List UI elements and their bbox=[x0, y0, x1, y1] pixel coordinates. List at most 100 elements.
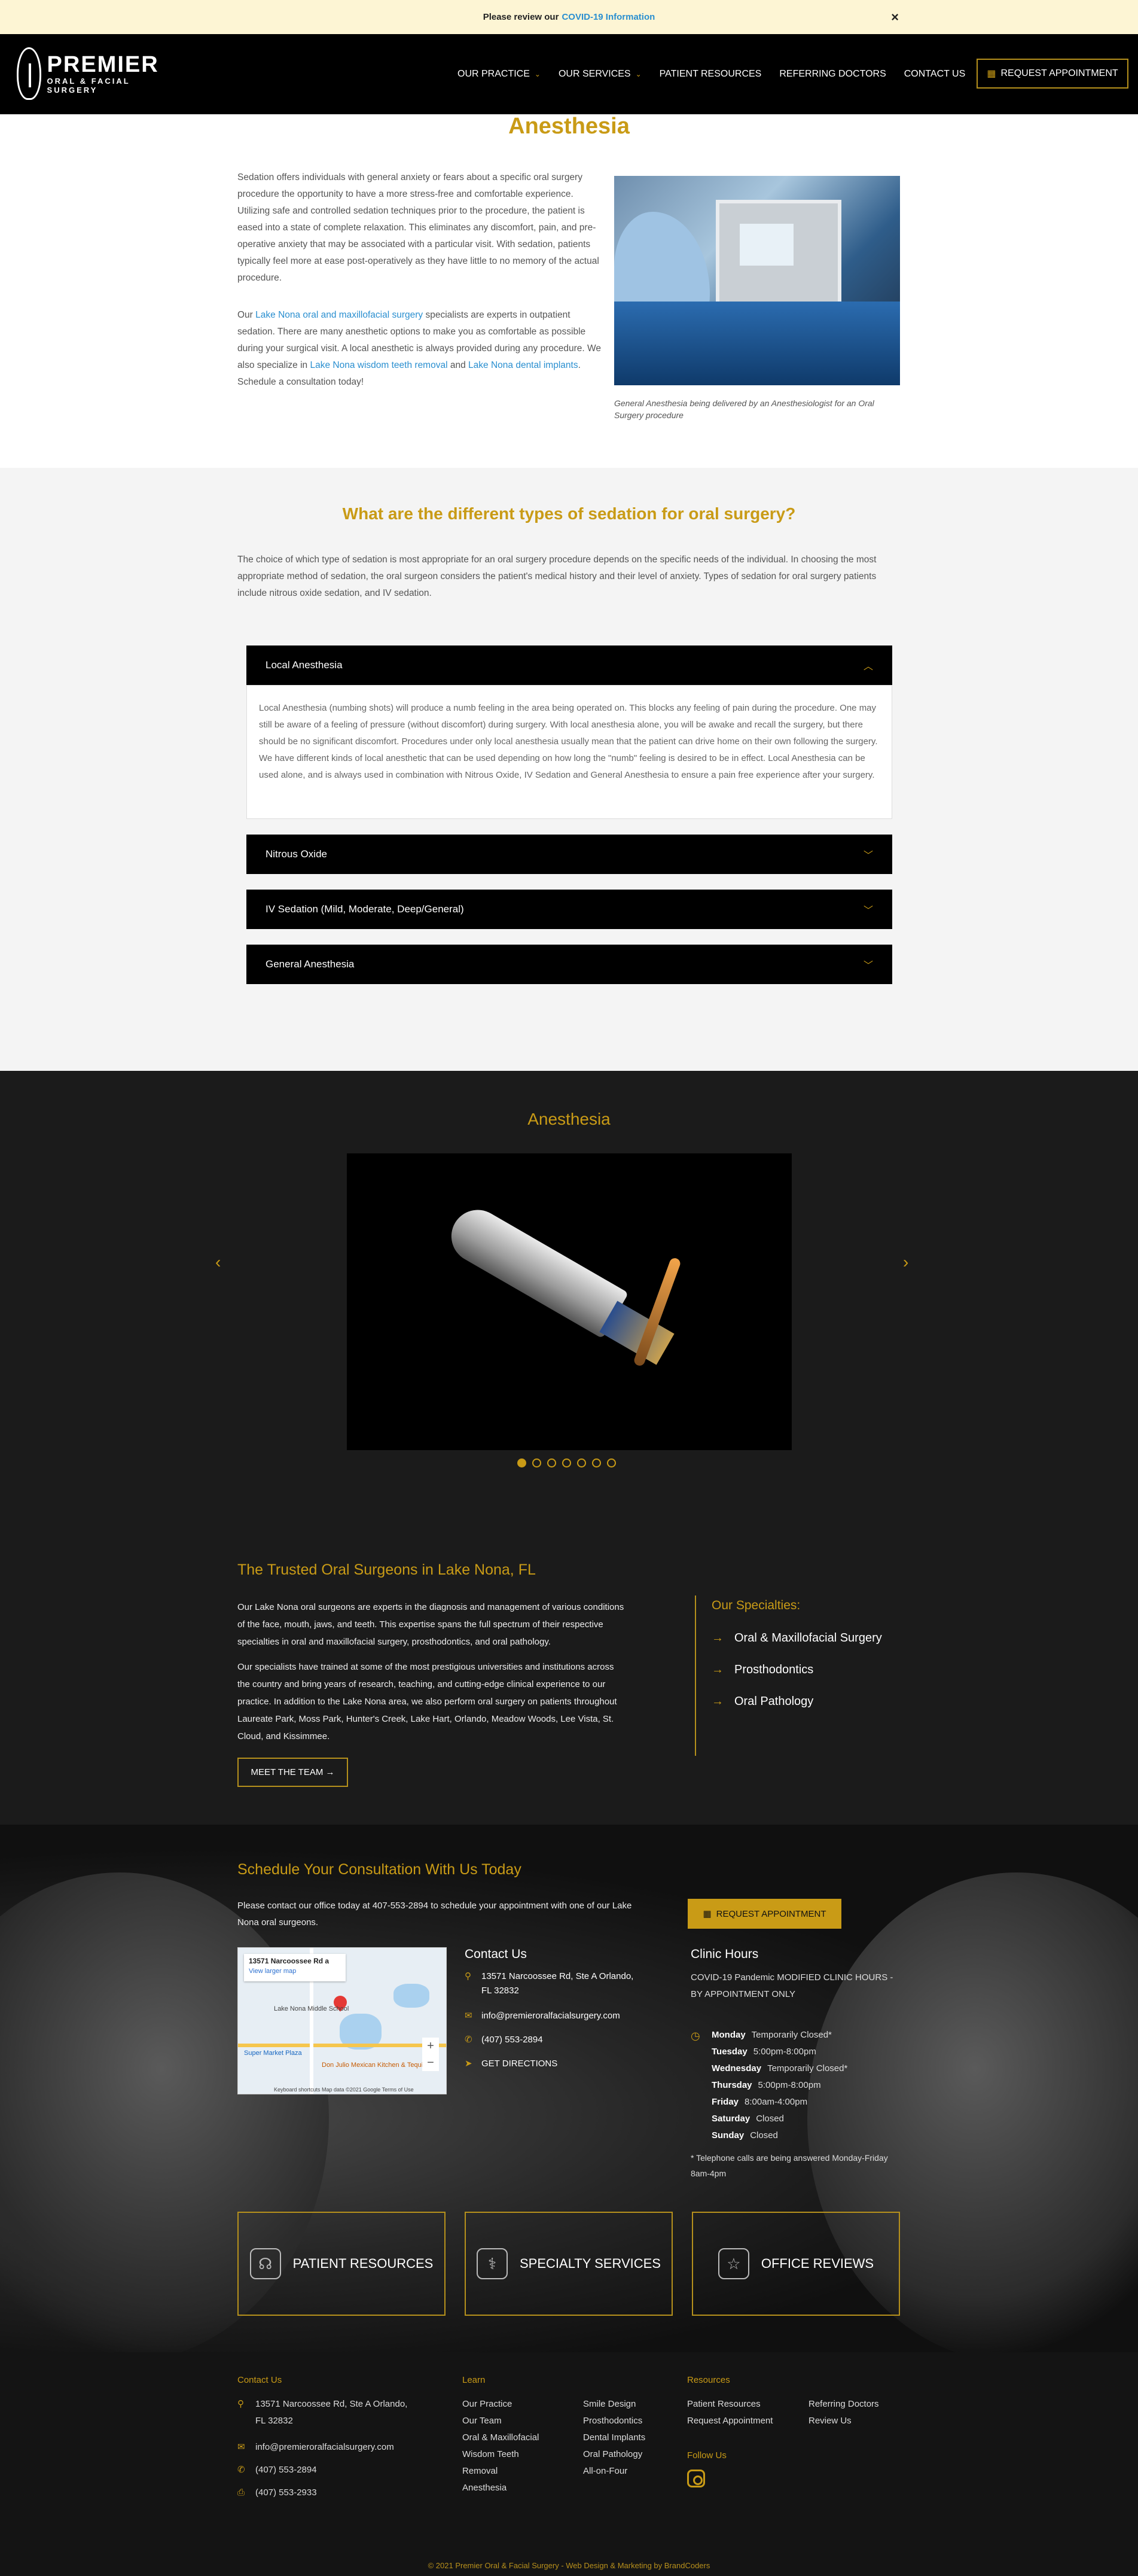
footer-link[interactable]: Dental Implants bbox=[583, 2429, 679, 2446]
logo-subtitle: ORAL & FACIAL SURGERY bbox=[47, 77, 130, 95]
nav-referring-doctors[interactable]: REFERRING DOCTORS bbox=[779, 69, 886, 80]
covid-link[interactable]: COVID-19 Information bbox=[562, 12, 655, 22]
patient-resources-button[interactable]: ☊ PATIENT RESOURCES bbox=[237, 2212, 446, 2316]
tooth-star-icon: ☆ bbox=[718, 2248, 749, 2279]
carousel-prev-arrow-icon[interactable]: ‹ bbox=[215, 1253, 221, 1272]
contact-address: ⚲ 13571 Narcoossee Rd, Ste A Orlando, FL … bbox=[465, 1969, 644, 1998]
envelope-icon: ✉ bbox=[237, 2442, 245, 2452]
link-wisdom-teeth[interactable]: Lake Nona wisdom teeth removal bbox=[310, 360, 448, 370]
specialty-item[interactable]: → Oral Pathology bbox=[712, 1695, 882, 1709]
footer-address: ⚲ 13571 Narcoossee Rd, Ste A Orlando, FL … bbox=[237, 2396, 417, 2429]
footer-resources-heading: Resources bbox=[687, 2375, 730, 2385]
calendar-icon: ▦ bbox=[987, 69, 996, 79]
logo[interactable]: PREMIER ORAL & FACIAL SURGERY bbox=[17, 46, 172, 101]
trusted-heading: The Trusted Oral Surgeons in Lake Nona, … bbox=[237, 1561, 536, 1578]
chevron-down-icon: ﹀ bbox=[863, 851, 873, 861]
view-larger-map-link[interactable]: View larger map bbox=[249, 1968, 341, 1975]
footer-link[interactable]: Removal bbox=[462, 2463, 570, 2480]
google-map[interactable]: 13571 Narcoossee Rd a View larger map Lak… bbox=[237, 1947, 447, 2094]
phone-icon: ✆ bbox=[237, 2465, 245, 2475]
chevron-down-icon: ⌄ bbox=[635, 70, 642, 78]
footer-link[interactable]: Referring Doctors bbox=[809, 2396, 904, 2413]
footer-follow-heading: Follow Us bbox=[687, 2450, 727, 2461]
envelope-icon: ✉ bbox=[465, 2011, 472, 2021]
footer-link[interactable]: Request Appointment bbox=[687, 2413, 795, 2429]
instagram-icon[interactable] bbox=[687, 2470, 705, 2487]
carousel-dot[interactable] bbox=[547, 1458, 556, 1467]
logo-word: PREMIER bbox=[47, 52, 159, 77]
map-marker-icon: ⚲ bbox=[237, 2399, 244, 2409]
footer-phone[interactable]: ✆ (407) 553-2894 bbox=[237, 2462, 417, 2478]
footer-link[interactable]: All-on-Four bbox=[583, 2463, 679, 2480]
carousel-dot[interactable] bbox=[607, 1458, 616, 1467]
nav-patient-resources[interactable]: PATIENT RESOURCES bbox=[660, 69, 762, 80]
hours-row: Wednesday Temporarily Closed* bbox=[712, 2063, 848, 2073]
carousel-dot[interactable] bbox=[562, 1458, 571, 1467]
link-dental-implants[interactable]: Lake Nona dental implants bbox=[468, 360, 578, 370]
carousel-dot[interactable] bbox=[592, 1458, 601, 1467]
carousel-dot[interactable] bbox=[577, 1458, 586, 1467]
covid-text: Please review our bbox=[483, 12, 559, 22]
footer-link[interactable]: Wisdom Teeth bbox=[462, 2446, 570, 2463]
footer-link[interactable]: Prosthodontics bbox=[583, 2413, 679, 2429]
chevron-down-icon: ⌄ bbox=[534, 70, 541, 78]
specialties-heading: Our Specialties: bbox=[712, 1598, 801, 1612]
chevron-down-icon: ﹀ bbox=[863, 906, 873, 916]
hours-row: Saturday Closed bbox=[712, 2114, 784, 2124]
hours-row: Monday Temporarily Closed* bbox=[712, 2030, 832, 2040]
gallery-slide-laryngoscope bbox=[347, 1153, 792, 1450]
sedation-types-text: The choice of which type of sedation is … bbox=[237, 555, 877, 598]
close-icon[interactable]: × bbox=[891, 10, 899, 25]
request-appointment-button[interactable]: ▦ REQUEST APPOINTMENT bbox=[977, 59, 1128, 89]
footer-email[interactable]: ✉ info@premieroralfacialsurgery.com bbox=[237, 2439, 417, 2456]
calendar-icon: ▦ bbox=[703, 1909, 712, 1919]
accordion-iv-sedation[interactable]: IV Sedation (Mild, Moderate, Deep/Genera… bbox=[246, 890, 892, 929]
footer-link[interactable]: Oral & Maxillofacial bbox=[462, 2429, 570, 2446]
clock-icon: ◷ bbox=[691, 2030, 700, 2042]
contact-phone[interactable]: ✆ (407) 553-2894 bbox=[465, 2033, 644, 2047]
office-reviews-button[interactable]: ☆ OFFICE REVIEWS bbox=[692, 2212, 900, 2316]
map-marker-icon: ⚲ bbox=[465, 1971, 471, 1981]
carousel-dot[interactable] bbox=[517, 1458, 526, 1467]
schedule-heading: Schedule Your Consultation With Us Today bbox=[237, 1861, 521, 1878]
divider bbox=[695, 1595, 696, 1756]
carousel-dots bbox=[517, 1458, 625, 1467]
hours-note: * Telephone calls are being answered Mon… bbox=[691, 2153, 888, 2178]
nav-contact-us[interactable]: CONTACT US bbox=[904, 69, 966, 80]
map-zoom-controls[interactable]: + − bbox=[422, 2038, 439, 2071]
contact-email[interactable]: ✉ info@premieroralfacialsurgery.com bbox=[465, 2009, 644, 2023]
accordion-local-anesthesia[interactable]: Local Anesthesia ︿ bbox=[246, 645, 892, 685]
main-nav: OUR PRACTICE ⌄ OUR SERVICES ⌄ PATIENT RESO… bbox=[457, 58, 983, 90]
footer-link[interactable]: Review Us bbox=[809, 2413, 904, 2429]
trusted-paragraph-2: Our specialists have trained at some of … bbox=[237, 1662, 617, 1741]
footer-link[interactable]: Our Team bbox=[462, 2413, 570, 2429]
footer-link[interactable]: Smile Design bbox=[583, 2396, 679, 2413]
footer-link[interactable]: Oral Pathology bbox=[583, 2446, 679, 2463]
footer-link[interactable]: Anesthesia bbox=[462, 2480, 570, 2496]
link-oral-maxillofacial[interactable]: Lake Nona oral and maxillofacial surgery bbox=[255, 310, 423, 320]
phone-icon: ✆ bbox=[465, 2035, 472, 2045]
get-directions-link[interactable]: ➤ GET DIRECTIONS bbox=[465, 2057, 644, 2071]
specialty-services-button[interactable]: ⚕ SPECIALTY SERVICES bbox=[465, 2212, 673, 2316]
footer-link[interactable]: Our Practice bbox=[462, 2396, 570, 2413]
gallery-heading: Anesthesia bbox=[527, 1110, 611, 1128]
specialty-item[interactable]: → Oral & Maxillofacial Surgery bbox=[712, 1631, 882, 1645]
nav-our-services[interactable]: OUR SERVICES ⌄ bbox=[559, 69, 642, 80]
carousel-dot[interactable] bbox=[532, 1458, 541, 1467]
arrow-right-icon: → bbox=[712, 1695, 724, 1708]
sedation-types-heading: What are the different types of sedation… bbox=[342, 504, 796, 523]
carousel-next-arrow-icon[interactable]: › bbox=[903, 1253, 908, 1272]
footer-learn-col1: Our Practice Our Team Oral & Maxillofacial… bbox=[462, 2396, 570, 2496]
footer-link[interactable]: Patient Resources bbox=[687, 2396, 795, 2413]
hours-subtitle: COVID-19 Pandemic MODIFIED CLINIC HOURS … bbox=[691, 1972, 893, 1999]
accordion-nitrous-oxide[interactable]: Nitrous Oxide ﹀ bbox=[246, 835, 892, 874]
specialty-item[interactable]: → Prosthodontics bbox=[712, 1663, 882, 1677]
hours-list: Monday Temporarily Closed* Tuesday 5:00pm-8… bbox=[712, 2027, 903, 2144]
arrow-right-icon: → bbox=[712, 1663, 724, 1676]
hours-row: Thursday 5:00pm-8:00pm bbox=[712, 2080, 821, 2090]
accordion-general-anesthesia[interactable]: General Anesthesia ﹀ bbox=[246, 945, 892, 984]
meet-the-team-button[interactable]: MEET THE TEAM → bbox=[237, 1758, 348, 1787]
footer-contact-heading: Contact Us bbox=[237, 2375, 282, 2385]
schedule-request-button[interactable]: ▦ REQUEST APPOINTMENT bbox=[688, 1899, 841, 1929]
nav-our-practice[interactable]: OUR PRACTICE ⌄ bbox=[457, 69, 541, 80]
